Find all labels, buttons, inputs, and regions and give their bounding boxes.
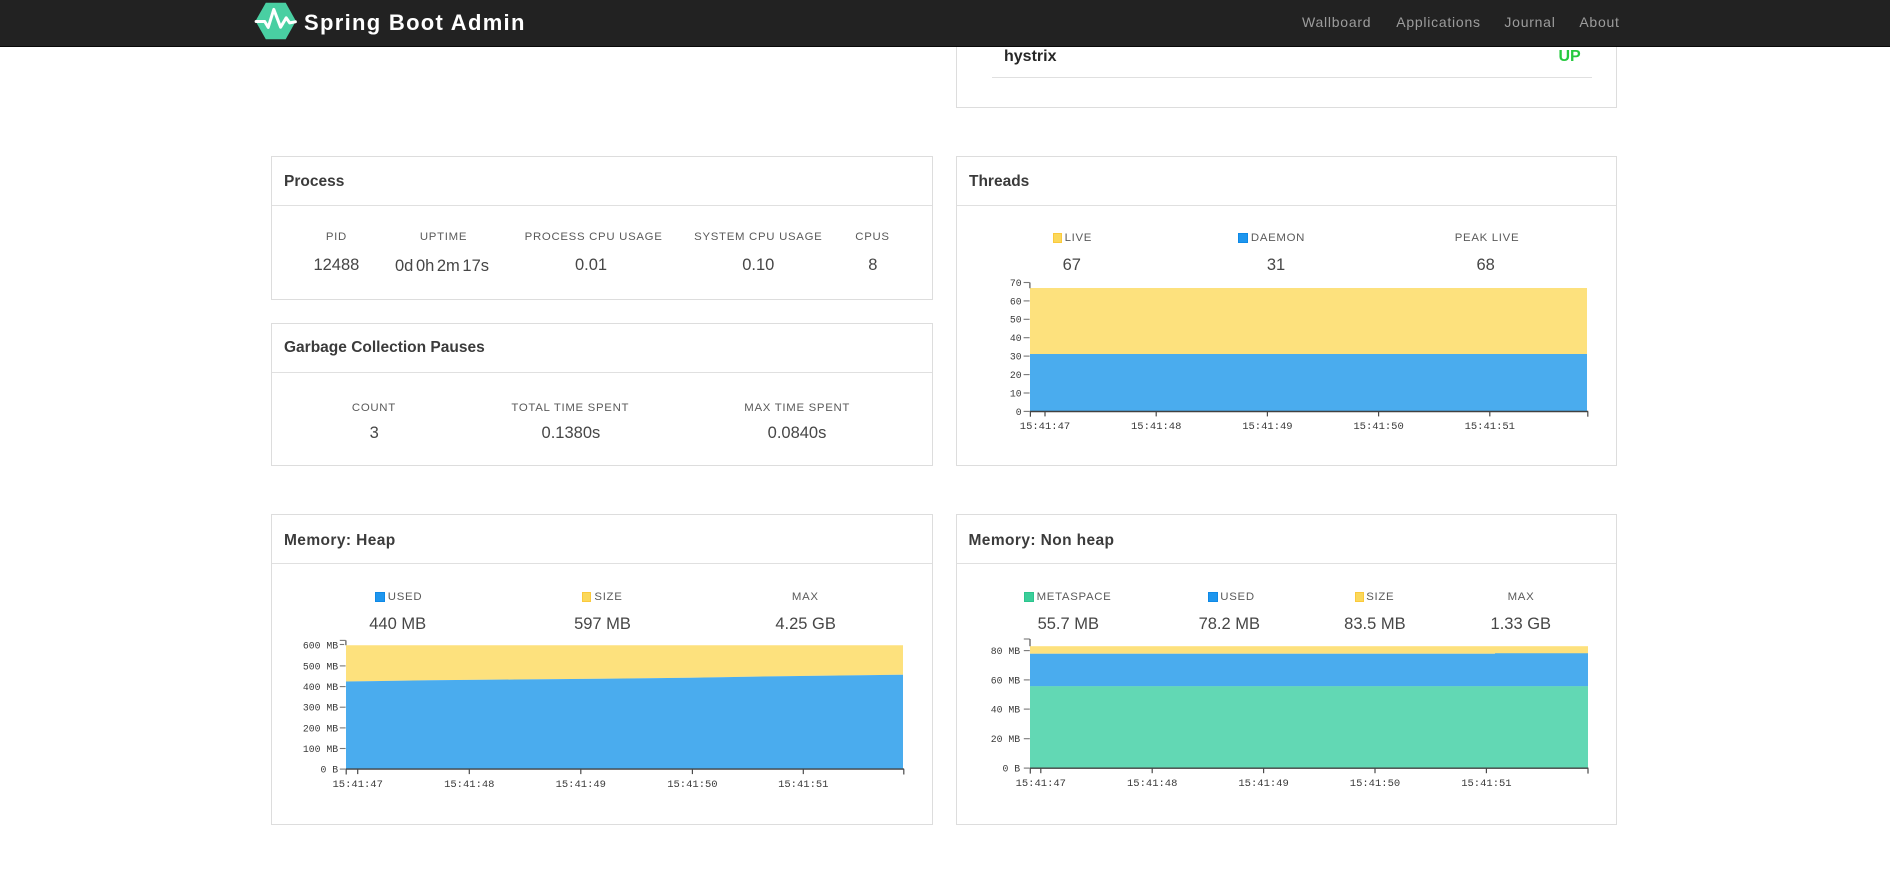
svg-text:10: 10 [1010, 388, 1022, 399]
svg-text:15:41:47: 15:41:47 [1016, 778, 1066, 790]
svg-text:50: 50 [1010, 315, 1022, 326]
svg-text:15:41:48: 15:41:48 [1127, 778, 1177, 790]
svg-text:0 B: 0 B [321, 765, 339, 776]
svg-text:0: 0 [1016, 407, 1022, 418]
svg-text:40 MB: 40 MB [991, 705, 1021, 716]
svg-text:70: 70 [1010, 278, 1022, 289]
svg-text:400 MB: 400 MB [303, 682, 338, 693]
svg-text:15:41:50: 15:41:50 [1353, 421, 1403, 433]
svg-text:60 MB: 60 MB [991, 675, 1021, 686]
svg-text:15:41:49: 15:41:49 [1242, 421, 1292, 433]
svg-text:15:41:50: 15:41:50 [1350, 778, 1400, 790]
svg-text:15:41:49: 15:41:49 [1238, 778, 1288, 790]
svg-text:15:41:50: 15:41:50 [667, 779, 717, 791]
svg-text:15:41:49: 15:41:49 [556, 779, 606, 791]
svg-text:15:41:48: 15:41:48 [444, 779, 494, 791]
svg-text:100 MB: 100 MB [303, 744, 338, 755]
svg-text:20: 20 [1010, 370, 1022, 381]
svg-text:15:41:48: 15:41:48 [1131, 421, 1181, 433]
svg-text:15:41:47: 15:41:47 [1020, 421, 1070, 433]
svg-text:60: 60 [1010, 296, 1022, 307]
svg-text:20 MB: 20 MB [991, 734, 1021, 745]
svg-text:300 MB: 300 MB [303, 703, 338, 714]
svg-text:30: 30 [1010, 352, 1022, 363]
svg-text:40: 40 [1010, 333, 1022, 344]
svg-text:15:41:51: 15:41:51 [778, 779, 828, 791]
svg-text:0 B: 0 B [1003, 764, 1021, 775]
svg-text:600 MB: 600 MB [303, 641, 338, 652]
svg-text:15:41:51: 15:41:51 [1465, 421, 1515, 433]
svg-text:80 MB: 80 MB [991, 646, 1021, 657]
svg-text:15:41:47: 15:41:47 [332, 779, 382, 791]
svg-text:500 MB: 500 MB [303, 661, 338, 672]
svg-text:200 MB: 200 MB [303, 723, 338, 734]
svg-text:15:41:51: 15:41:51 [1461, 778, 1511, 790]
